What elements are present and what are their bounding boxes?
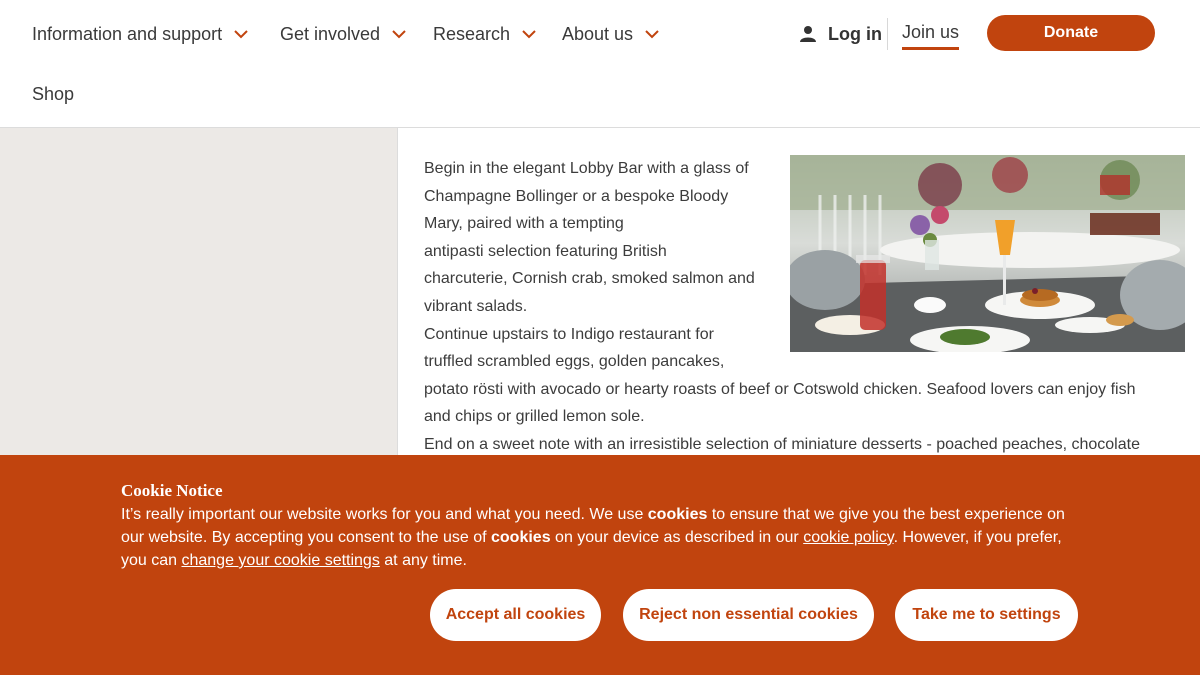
brunch-photo — [790, 155, 1185, 352]
cookie-text: It’s really important our website works … — [121, 503, 1081, 572]
nav-label: Get involved — [280, 23, 381, 44]
article-line: potato rösti with avocado or hearty roas… — [424, 380, 1136, 398]
cookie-keyword: cookies — [647, 506, 708, 523]
donate-button[interactable]: Donate — [987, 15, 1155, 51]
site-header: Information and support Get involved Res… — [0, 0, 1200, 128]
nav-about-us[interactable]: About us — [562, 20, 659, 48]
chevron-down-icon — [392, 27, 406, 41]
article-line: and chips or grilled lemon sole. — [424, 408, 645, 426]
cookie-text-part: at any time. — [379, 552, 467, 569]
cookie-policy-link[interactable]: cookie policy — [803, 529, 893, 546]
header-divider — [887, 18, 888, 50]
login-link[interactable]: Log in — [798, 22, 882, 46]
cookie-banner: Cookie Notice It’s really important our … — [0, 455, 1200, 675]
cookie-text-part: It’s really important our website works … — [121, 506, 648, 523]
nav-label: Information and support — [32, 23, 223, 44]
cookie-text-part: on your device as described in our — [550, 529, 804, 546]
chevron-down-icon — [645, 27, 659, 41]
nav-research[interactable]: Research — [433, 20, 536, 48]
take-me-to-settings-button[interactable]: Take me to settings — [895, 589, 1078, 641]
cookie-title: Cookie Notice — [121, 481, 223, 500]
chevron-down-icon — [234, 27, 248, 41]
nav-label: About us — [562, 23, 634, 44]
nav-shop[interactable]: Shop — [32, 84, 74, 105]
chevron-down-icon — [522, 27, 536, 41]
login-label: Log in — [828, 23, 882, 44]
join-us-link[interactable]: Join us — [902, 22, 960, 50]
nav-label: Research — [433, 23, 511, 44]
nav-information-and-support[interactable]: Information and support — [32, 20, 248, 48]
nav-get-involved[interactable]: Get involved — [280, 20, 406, 48]
article-line: truffled scrambled eggs, golden pancakes… — [424, 353, 725, 371]
cookie-keyword: cookies — [491, 529, 551, 546]
person-icon — [798, 24, 818, 44]
sidebar-panel — [0, 128, 398, 458]
accept-all-cookies-button[interactable]: Accept all cookies — [430, 589, 601, 641]
reject-non-essential-cookies-button[interactable]: Reject non essential cookies — [623, 589, 874, 641]
change-cookie-settings-link[interactable]: change your cookie settings — [181, 552, 379, 569]
